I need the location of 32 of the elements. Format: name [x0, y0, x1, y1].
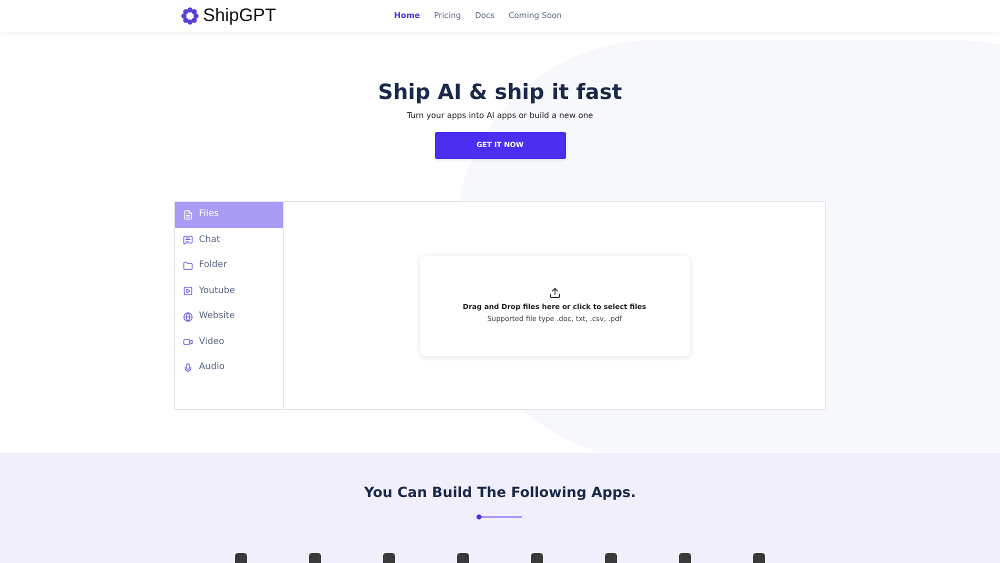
nav-link[interactable]: Docs — [474, 10, 495, 22]
hero-subtitle: Turn your apps into AI apps or build a new one — [406, 110, 594, 122]
microphone-icon — [183, 362, 193, 373]
source-tab[interactable]: Folder — [175, 253, 283, 278]
folder-icon — [183, 260, 193, 271]
apps-title: You Can Build The Following Apps. — [364, 484, 636, 503]
file-icon — [183, 210, 193, 220]
source-tab[interactable]: Youtube — [175, 278, 283, 304]
app-logo-icon — [605, 553, 617, 563]
source-tab[interactable]: Video — [175, 330, 283, 355]
hero-title: Ship AI & ship it fast — [378, 78, 622, 106]
source-tab[interactable]: Audio — [175, 355, 283, 380]
source-tab[interactable]: Chat — [175, 228, 283, 253]
app-logo-icon — [531, 553, 543, 563]
nav-link[interactable]: Coming Soon — [508, 10, 562, 22]
app-logo-icon — [679, 553, 691, 563]
app-logo-icon — [753, 553, 765, 563]
video-camera-icon — [183, 337, 193, 348]
nav-link[interactable]: Pricing — [434, 10, 461, 22]
upload-icon — [548, 286, 560, 298]
title-underline-drawing — [476, 514, 524, 520]
app-logo-icon — [383, 553, 395, 563]
source-tab[interactable]: Website — [175, 304, 283, 330]
logo-icon — [181, 6, 199, 25]
globe-icon — [183, 312, 193, 322]
play-icon — [183, 286, 193, 296]
app-logo-icon — [457, 553, 469, 563]
app-logo-icon — [235, 553, 247, 563]
chat-icon — [183, 235, 193, 246]
app-logo-icon — [309, 553, 321, 563]
brand-name: ShipGPT — [203, 4, 276, 28]
nav-link[interactable]: Home — [394, 10, 420, 22]
